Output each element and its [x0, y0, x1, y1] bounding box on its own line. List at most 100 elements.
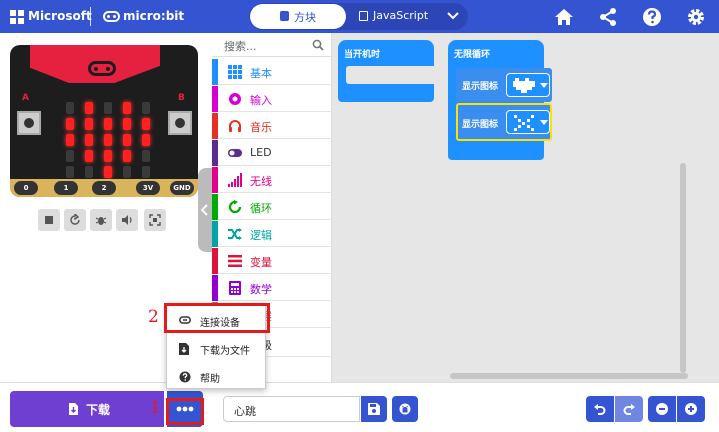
category-logic[interactable]: 逻辑 — [212, 221, 332, 247]
led-pixel — [142, 166, 150, 178]
mute-button[interactable] — [116, 209, 138, 231]
language-dropdown[interactable] — [439, 4, 467, 29]
microsoft-logo-icon — [10, 10, 24, 24]
home-icon[interactable] — [554, 7, 574, 27]
category-basic[interactable]: 基本 — [212, 59, 332, 85]
pin-strip: 0 1 2 3V GND — [10, 179, 198, 197]
heart-icon-dropdown[interactable] — [506, 73, 550, 97]
category-label: LED — [250, 146, 272, 159]
search-icon — [312, 39, 324, 51]
microbit-simulator[interactable]: A B 0 1 2 3V GND — [10, 45, 198, 197]
category-math[interactable]: 数学 — [212, 275, 332, 301]
chevron-down-icon — [447, 12, 459, 20]
menu-item-download-file[interactable]: 下载为文件 — [167, 334, 267, 362]
headphones-icon — [229, 120, 241, 132]
category-loops[interactable]: 循环 — [212, 194, 332, 220]
shuffle-icon — [228, 228, 242, 240]
led-pixel — [66, 102, 74, 114]
pin-0[interactable]: 0 — [14, 181, 38, 195]
download-button[interactable]: 下载 — [10, 391, 164, 427]
led-pixel — [66, 150, 74, 162]
simulator-controls — [38, 209, 168, 231]
restart-icon — [70, 214, 80, 225]
show-icon-block-cross[interactable]: 显示图标 — [456, 103, 552, 141]
button-b[interactable] — [168, 111, 192, 135]
debug-icon — [95, 217, 107, 225]
category-label: 无线 — [250, 175, 272, 188]
debug-button[interactable] — [90, 209, 112, 231]
signal-bars-icon — [228, 173, 242, 187]
menu-item-help[interactable]: 帮助 — [167, 362, 267, 390]
microbit-logo-icon — [103, 11, 120, 22]
top-bar: Microsoft micro:bit 方块 JavaScript — [0, 0, 719, 33]
tab-blocks[interactable]: 方块 — [250, 4, 346, 29]
help-icon[interactable] — [642, 7, 662, 27]
toolbox-search[interactable]: 搜索... — [212, 33, 332, 57]
highlight-box-more — [166, 398, 204, 425]
led-pixel — [85, 134, 93, 146]
category-label: 音乐 — [250, 121, 272, 134]
fullscreen-button[interactable] — [144, 209, 166, 231]
pin-gnd: GND — [170, 181, 194, 195]
category-radio[interactable]: 无线 — [212, 167, 332, 193]
category-label: 输入 — [250, 94, 272, 107]
x-pattern-icon — [514, 115, 534, 131]
tab-javascript[interactable]: JavaScript — [349, 4, 439, 29]
dropdown-arrow-icon — [540, 83, 548, 88]
save-button[interactable] — [361, 396, 387, 422]
workspace-vertical-scrollbar[interactable] — [680, 163, 686, 373]
cross-icon-dropdown[interactable] — [506, 110, 550, 134]
button-a[interactable] — [17, 111, 41, 135]
led-pixel — [66, 134, 74, 146]
settings-icon[interactable] — [686, 7, 706, 27]
stop-button[interactable] — [38, 209, 60, 231]
led-matrix — [60, 100, 150, 178]
zoom-out-icon — [656, 403, 668, 415]
category-input[interactable]: 输入 — [212, 86, 332, 112]
zoom-in-button[interactable] — [677, 396, 705, 422]
project-name-input[interactable]: 心跳 — [223, 396, 360, 422]
on-start-block[interactable]: 当开机时 — [338, 40, 434, 102]
help-circle-icon — [179, 371, 191, 383]
undo-icon — [594, 404, 606, 415]
led-pixel — [142, 118, 150, 130]
fullscreen-icon — [149, 214, 161, 226]
show-icon-label: 显示图标 — [462, 120, 499, 130]
collapse-simulator-tab[interactable] — [198, 168, 212, 252]
led-pixel — [123, 102, 131, 114]
category-music[interactable]: 音乐 — [212, 113, 332, 139]
zoom-out-button[interactable] — [648, 396, 676, 422]
category-label: 变量 — [250, 256, 272, 269]
show-icon-label: 显示图标 — [462, 82, 499, 92]
grid-icon — [228, 65, 242, 79]
pin-1[interactable]: 1 — [54, 181, 78, 195]
board-face-icon — [88, 61, 116, 76]
restart-button[interactable] — [64, 209, 86, 231]
show-icon-block-heart[interactable]: 显示图标 — [456, 68, 552, 102]
tab-blocks-label: 方块 — [294, 11, 316, 24]
led-pixel — [104, 118, 112, 130]
share-icon[interactable] — [598, 7, 618, 27]
led-pixel — [142, 102, 150, 114]
led-pixel — [85, 166, 93, 178]
redo-icon — [623, 404, 635, 415]
product-name: micro:bit — [123, 9, 185, 23]
redo-button[interactable] — [615, 396, 643, 422]
github-button[interactable] — [392, 396, 418, 422]
search-input[interactable]: 搜索... — [224, 38, 257, 54]
step-marker-1: 1 — [150, 398, 161, 418]
category-label: 基本 — [250, 67, 272, 80]
led-pixel — [66, 166, 74, 178]
category-led[interactable]: LED — [212, 140, 332, 166]
file-download-icon — [179, 343, 189, 355]
forever-label: 无限循环 — [454, 50, 491, 60]
workspace-horizontal-scrollbar[interactable] — [450, 373, 688, 379]
dropdown-arrow-icon — [540, 120, 548, 125]
undo-button[interactable] — [586, 396, 614, 422]
zoom-in-icon — [685, 403, 697, 415]
led-pixel — [85, 118, 93, 130]
list-icon — [228, 255, 242, 267]
download-label: 下载 — [86, 403, 111, 417]
category-variables[interactable]: 变量 — [212, 248, 332, 274]
pin-2[interactable]: 2 — [92, 181, 116, 195]
